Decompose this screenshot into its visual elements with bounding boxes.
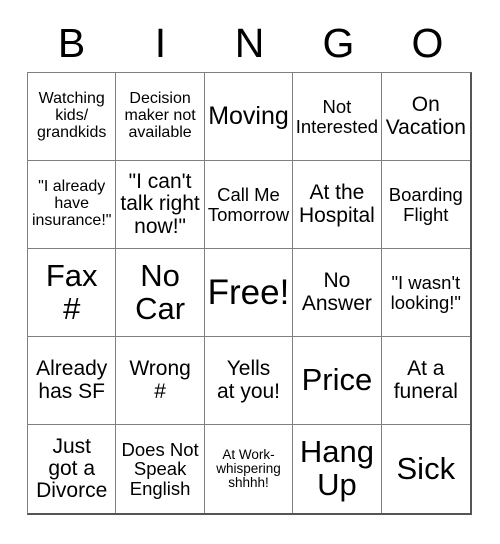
bingo-cell[interactable]: "I already have insurance!" bbox=[28, 161, 117, 249]
bingo-cell-text: Not Interested bbox=[295, 95, 379, 137]
bingo-cell-text: Yells at you! bbox=[216, 357, 281, 403]
bingo-cell-text: Just got a Divorce bbox=[36, 434, 108, 503]
bingo-cell[interactable]: Hang Up bbox=[293, 425, 382, 513]
bingo-grid: Watching kids/ grandkids Decision maker … bbox=[27, 72, 472, 515]
bingo-cell-text: Wrong # bbox=[129, 357, 191, 403]
bingo-cell[interactable]: Yells at you! bbox=[204, 337, 294, 425]
bingo-cell[interactable]: Decision maker not available bbox=[116, 73, 205, 161]
bingo-cell-text: No Answer bbox=[301, 269, 372, 315]
header-letter-o: O bbox=[411, 19, 444, 66]
bingo-cell-text: Does Not Speak English bbox=[121, 438, 199, 499]
header-letter-i: I bbox=[154, 19, 167, 66]
bingo-cell-text: At a funeral bbox=[393, 357, 458, 403]
bingo-cell[interactable]: No Car bbox=[116, 249, 205, 337]
bingo-cell-text: Fax # bbox=[45, 257, 98, 326]
header-letter-b: B bbox=[57, 19, 86, 66]
bingo-cell[interactable]: Wrong # bbox=[116, 337, 205, 425]
bingo-cell-text: At Work- whispering shhhh! bbox=[216, 446, 281, 491]
header-letter-g: G bbox=[322, 19, 355, 66]
bingo-cell-text: "I already have insurance!" bbox=[31, 178, 112, 229]
bingo-cell-text: Free! bbox=[207, 272, 290, 312]
bingo-cell[interactable]: Does Not Speak English bbox=[116, 425, 205, 513]
bingo-cell-text: Moving bbox=[208, 102, 289, 131]
bingo-cell-text: Already has SF bbox=[36, 357, 108, 403]
bingo-cell-free[interactable]: Free! bbox=[204, 249, 294, 337]
header-letter-n: N bbox=[234, 19, 265, 66]
bingo-cell-text: Decision maker not available bbox=[124, 90, 196, 141]
bingo-cell-text: Boarding Flight bbox=[388, 183, 463, 225]
bingo-cell-text: Call Me Tomorrow bbox=[207, 183, 290, 225]
bingo-card: B I N G O Watching kids/ grandkids Decis… bbox=[0, 0, 500, 544]
bingo-cell-text: No Car bbox=[135, 257, 186, 326]
bingo-header: B I N G O bbox=[27, 14, 472, 72]
bingo-cell[interactable]: "I can't talk right now!" bbox=[116, 161, 205, 249]
bingo-cell[interactable]: At the Hospital bbox=[293, 161, 382, 249]
bingo-cell[interactable]: Watching kids/ grandkids bbox=[28, 73, 117, 161]
bingo-cell[interactable]: Moving bbox=[204, 73, 294, 161]
bingo-cell[interactable]: No Answer bbox=[293, 249, 382, 337]
bingo-cell[interactable]: Already has SF bbox=[28, 337, 117, 425]
bingo-cell-text: At the Hospital bbox=[298, 181, 375, 227]
bingo-cell-text: Hang Up bbox=[299, 434, 374, 502]
bingo-cell-text: "I wasn't looking!" bbox=[390, 271, 461, 313]
bingo-cell[interactable]: Price bbox=[293, 337, 382, 425]
bingo-cell[interactable]: At a funeral bbox=[381, 337, 470, 425]
bingo-cell[interactable]: Boarding Flight bbox=[381, 161, 470, 249]
bingo-cell[interactable]: Sick bbox=[381, 425, 470, 513]
bingo-cell-text: Price bbox=[301, 362, 373, 398]
bingo-cell-text: On Vacation bbox=[385, 93, 466, 139]
bingo-cell[interactable]: Call Me Tomorrow bbox=[204, 161, 294, 249]
bingo-cell-text: Sick bbox=[396, 450, 456, 486]
bingo-cell[interactable]: On Vacation bbox=[381, 73, 470, 161]
bingo-cell-text: Watching kids/ grandkids bbox=[37, 90, 107, 141]
bingo-cell-text: "I can't talk right now!" bbox=[120, 170, 200, 238]
bingo-cell[interactable]: "I wasn't looking!" bbox=[381, 249, 470, 337]
bingo-cell[interactable]: Not Interested bbox=[293, 73, 382, 161]
bingo-cell[interactable]: Fax # bbox=[28, 249, 117, 337]
bingo-cell[interactable]: Just got a Divorce bbox=[28, 425, 117, 513]
bingo-cell[interactable]: At Work- whispering shhhh! bbox=[204, 425, 294, 513]
